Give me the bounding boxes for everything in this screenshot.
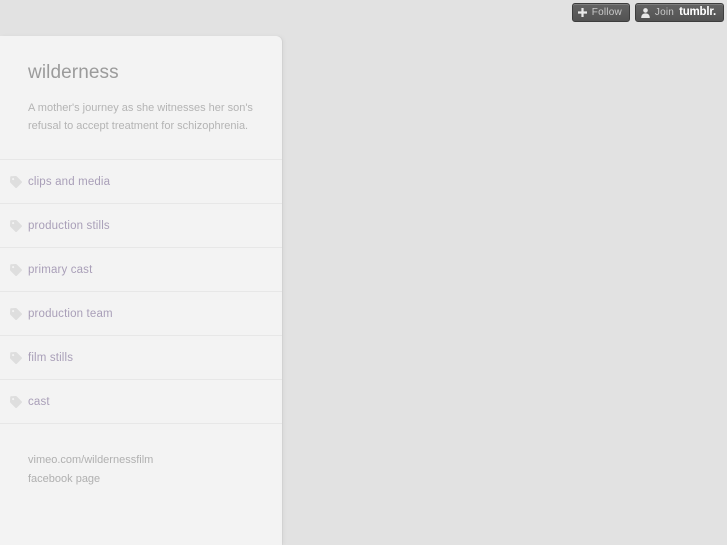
sidebar-item-primary-cast[interactable]: primary cast	[0, 248, 282, 293]
sidebar-item-label: clips and media	[28, 175, 111, 188]
sidebar-item-label: production team	[28, 307, 113, 320]
sidebar-item-clips-and-media[interactable]: clips and media	[0, 160, 282, 205]
blog-header: wilderness A mother's journey as she wit…	[0, 36, 282, 159]
tumblr-wordmark: tumblr.	[679, 6, 716, 18]
sidebar-item-label: production stills	[28, 219, 110, 232]
follow-button[interactable]: Follow	[571, 3, 630, 22]
blog-description: A mother's journey as she witnesses her …	[28, 101, 253, 132]
sidebar-item-label: cast	[28, 395, 50, 408]
sidebar-item-label: film stills	[28, 351, 74, 364]
facebook-link[interactable]: facebook page	[28, 471, 254, 488]
tag-icon	[9, 351, 23, 365]
tumblr-control-bar: Follow Join tumblr.	[571, 3, 724, 22]
join-tumblr-button[interactable]: Join tumblr.	[634, 3, 724, 22]
sidebar: wilderness A mother's journey as she wit…	[0, 36, 282, 545]
sidebar-item-production-stills[interactable]: production stills	[0, 204, 282, 249]
sidebar-item-label: primary cast	[28, 263, 93, 276]
tag-icon	[9, 175, 23, 189]
nav-list: clips and media production stills primar…	[0, 159, 282, 425]
join-button-label: Join	[654, 7, 675, 18]
person-icon	[641, 7, 650, 18]
vimeo-link[interactable]: vimeo.com/wildernessfilm	[28, 452, 254, 469]
follow-button-label: Follow	[591, 7, 622, 18]
plus-icon	[577, 8, 587, 17]
tag-icon	[9, 395, 23, 409]
footer-links: vimeo.com/wildernessfilm facebook page	[0, 424, 282, 510]
tag-icon	[9, 219, 23, 233]
tag-icon	[9, 307, 23, 321]
page-title: wilderness	[28, 62, 119, 83]
sidebar-item-cast[interactable]: cast	[0, 380, 282, 425]
sidebar-item-film-stills[interactable]: film stills	[0, 336, 282, 381]
sidebar-item-production-team[interactable]: production team	[0, 292, 282, 337]
tag-icon	[9, 263, 23, 277]
